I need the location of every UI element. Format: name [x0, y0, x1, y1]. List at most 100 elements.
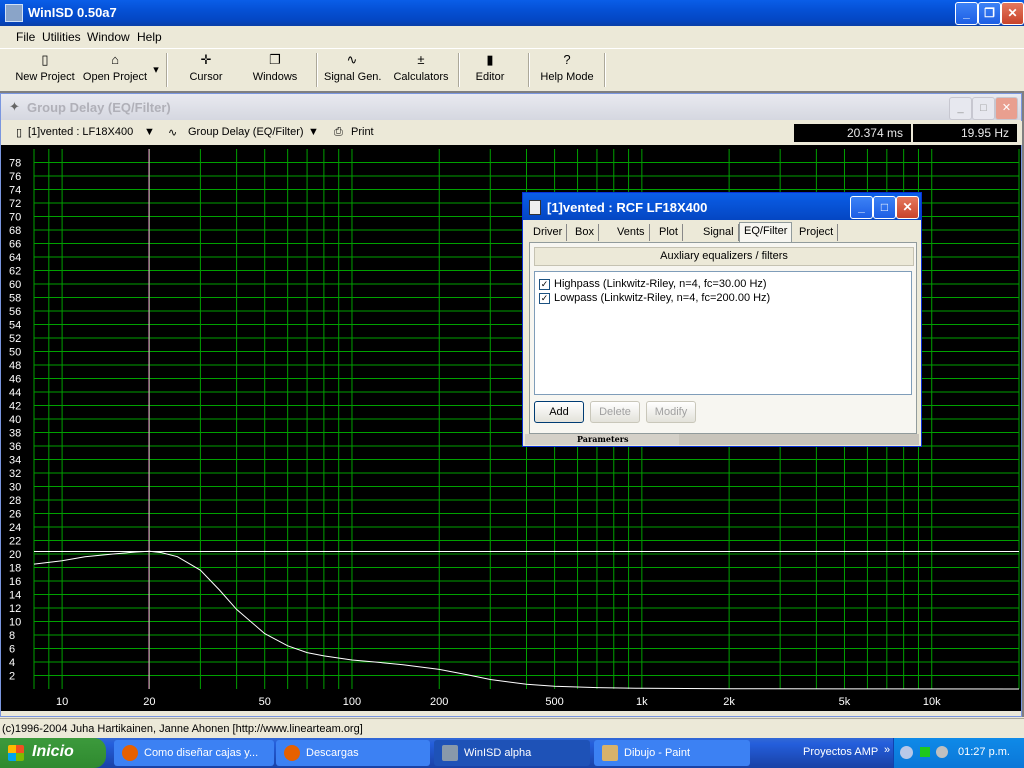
menu-window[interactable]: Window	[87, 30, 130, 44]
task-paint[interactable]: Dibujo - Paint	[594, 740, 750, 766]
tab-signal[interactable]: Signal	[699, 224, 739, 241]
tab-driver[interactable]: Driver	[529, 224, 568, 241]
modify-button[interactable]: Modify	[646, 401, 696, 423]
parameters-fill	[679, 434, 919, 445]
app-titlebar: WinISD 0.50a7 _ ❐ ✕	[0, 0, 1024, 26]
task-firefox-1[interactable]: Como diseñar cajas y...	[114, 740, 274, 766]
windows-button[interactable]: ❐ Windows	[250, 51, 300, 89]
project-select-arrow[interactable]: ▼	[144, 126, 155, 138]
y-tick-label: 44	[9, 387, 21, 399]
readout-hz: 19.95 Hz	[913, 124, 1017, 142]
chevron-icon[interactable]: »	[884, 744, 890, 756]
dialog-title: [1]vented : RCF LF18X400	[547, 200, 708, 215]
start-button[interactable]: Inicio	[0, 738, 106, 768]
toolbar-separator	[458, 53, 460, 87]
dialog-minimize-button[interactable]: _	[850, 196, 873, 219]
system-tray: 01:27 p.m.	[893, 738, 1024, 768]
delete-button[interactable]: Delete	[590, 401, 640, 423]
y-tick-label: 34	[9, 455, 21, 467]
y-tick-label: 4	[9, 657, 15, 669]
list-item[interactable]: ✓ Highpass (Linkwitz-Riley, n=4, fc=30.00…	[539, 278, 767, 290]
y-tick-label: 38	[9, 428, 21, 440]
x-tick-label: 500	[545, 696, 563, 708]
tab-vents[interactable]: Vents	[613, 224, 650, 241]
y-tick-label: 74	[9, 185, 21, 197]
list-item[interactable]: ✓ Lowpass (Linkwitz-Riley, n=4, fc=200.00…	[539, 292, 770, 304]
y-tick-label: 10	[9, 617, 21, 629]
tab-plot[interactable]: Plot	[655, 224, 683, 241]
toolbar-label[interactable]: Proyectos AMP	[803, 746, 878, 758]
y-tick-label: 76	[9, 171, 21, 183]
dialog-maximize-button[interactable]: □	[873, 196, 896, 219]
tab-project[interactable]: Project	[795, 224, 839, 241]
task-firefox-2[interactable]: Descargas	[276, 740, 430, 766]
y-tick-label: 2	[9, 671, 15, 683]
paint-icon	[602, 745, 618, 762]
menu-help[interactable]: Help	[137, 30, 162, 44]
calculators-button[interactable]: ± Calculators	[392, 51, 450, 89]
child-maximize-button[interactable]: □	[972, 97, 995, 120]
close-button[interactable]: ✕	[1001, 2, 1024, 25]
status-bar: (c)1996-2004 Juha Hartikainen, Janne Aho…	[0, 718, 1024, 739]
editor-button[interactable]: ▮ Editor	[470, 51, 510, 89]
y-tick-label: 48	[9, 360, 21, 372]
child-minimize-button[interactable]: _	[949, 97, 972, 120]
new-project-button[interactable]: ▯ New Project	[14, 51, 76, 89]
signal-gen-button[interactable]: ∿ Signal Gen.	[324, 51, 381, 89]
new-project-icon: ▯	[41, 52, 49, 67]
y-tick-label: 78	[9, 158, 21, 170]
y-tick-label: 62	[9, 266, 21, 278]
tray-volume-icon[interactable]	[936, 746, 948, 758]
panel-header: Auxliary equalizers / filters	[534, 247, 914, 266]
status-text: (c)1996-2004 Juha Hartikainen, Janne Aho…	[2, 723, 363, 735]
filter-checkbox[interactable]: ✓	[539, 292, 550, 304]
help-mode-icon: ?	[563, 52, 571, 67]
graph-icon: ∿	[168, 127, 178, 139]
filter-list[interactable]: ✓ Highpass (Linkwitz-Riley, n=4, fc=30.00…	[534, 271, 912, 395]
open-project-icon: ⌂	[111, 52, 119, 67]
project-icon: ▯	[16, 127, 23, 139]
filter-checkbox[interactable]: ✓	[539, 278, 550, 290]
app-title: WinISD 0.50a7	[28, 5, 117, 20]
menu-bar: File Utilities Window Help	[0, 27, 1024, 47]
readout-ms: 20.374 ms	[794, 124, 911, 142]
print-button[interactable]: Print	[351, 126, 374, 138]
restore-button[interactable]: ❐	[978, 2, 1001, 25]
eq-filter-panel: Auxliary equalizers / filters ✓ Highpass …	[529, 242, 917, 434]
graph-select-arrow[interactable]: ▼	[308, 126, 319, 138]
editor-icon: ▮	[486, 52, 494, 67]
x-tick-label: 1k	[636, 696, 648, 708]
minimize-button[interactable]: _	[955, 2, 978, 25]
x-tick-label: 2k	[723, 696, 735, 708]
filter-label: Lowpass (Linkwitz-Riley, n=4, fc=200.00 …	[554, 292, 771, 304]
y-tick-label: 72	[9, 198, 21, 210]
graph-select[interactable]: Group Delay (EQ/Filter)	[188, 126, 304, 138]
y-tick-label: 70	[9, 212, 21, 224]
menu-utilities[interactable]: Utilities	[42, 30, 81, 44]
open-project-button[interactable]: ⌂ Open Project	[82, 51, 148, 89]
tray-network-icon[interactable]	[920, 747, 930, 757]
dialog-close-button[interactable]: ✕	[896, 196, 919, 219]
child-titlebar[interactable]: ✦ Group Delay (EQ/Filter) _ □ ✕	[1, 94, 1021, 120]
add-button[interactable]: Add	[534, 401, 584, 423]
parameters-bar: Parameters	[525, 434, 919, 445]
menu-file[interactable]: File	[16, 30, 35, 44]
help-mode-button[interactable]: ? Help Mode	[538, 51, 596, 89]
child-title: Group Delay (EQ/Filter)	[27, 100, 171, 115]
child-close-button[interactable]: ✕	[995, 97, 1018, 120]
task-winisd[interactable]: WinISD alpha	[434, 740, 590, 766]
main-toolbar: ▯ New Project ⌂ Open Project ▾ ✛ Cursor …	[0, 48, 1024, 92]
tab-box[interactable]: Box	[571, 224, 599, 241]
dialog-titlebar[interactable]: [1]vented : RCF LF18X400 _ □ ✕	[523, 193, 921, 220]
x-tick-label: 100	[343, 696, 361, 708]
dialog-tabs: Driver Box Vents Plot Signal EQ/Filter P…	[527, 222, 917, 242]
y-tick-label: 8	[9, 630, 15, 642]
tray-back-icon[interactable]	[900, 746, 913, 759]
project-select[interactable]: [1]vented : LF18X400	[28, 126, 133, 138]
tab-eq-filter[interactable]: EQ/Filter	[739, 222, 793, 242]
winisd-app-icon[interactable]	[5, 4, 23, 22]
cursor-button[interactable]: ✛ Cursor	[186, 51, 226, 89]
y-tick-label: 20	[9, 549, 21, 561]
print-icon: ⎙	[334, 126, 343, 138]
dialog-icon	[529, 200, 541, 215]
